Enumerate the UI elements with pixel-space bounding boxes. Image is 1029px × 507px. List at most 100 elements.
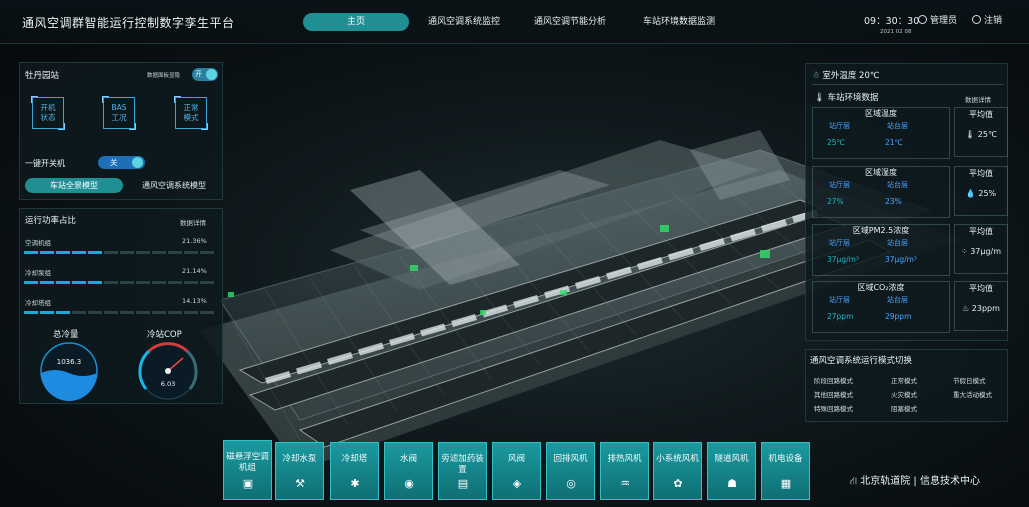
bar-segment (168, 281, 182, 284)
droplet-icon: 💧 (965, 189, 976, 198)
hall-value: 27ppm (827, 312, 854, 321)
mode-option[interactable]: 重大活动模式 (953, 389, 992, 399)
top-bar: 通风空调群智能运行控制数字孪生平台 主页 通风空调系统监控 通风空调节能分析 车… (0, 0, 1029, 44)
data-panel-toggle[interactable]: 开 (192, 68, 218, 81)
platform-value: 23% (885, 197, 902, 206)
bar-segment (24, 281, 38, 284)
water-valve-icon: ◉ (404, 477, 414, 490)
power-icon (972, 15, 981, 24)
date: 2021 02 08 (880, 29, 912, 35)
power-ratio-title: 运行功率占比 (25, 216, 77, 226)
maglev-chiller-icon: ▣ (242, 477, 254, 490)
power-row-name: 冷却塔组 (25, 299, 51, 307)
footer-logo: ⛙ 北京轨道院 | 信息技术中心 (850, 472, 980, 489)
device-button[interactable]: 排热风机 ♒ (600, 442, 649, 500)
avg-title: 平均值 (969, 110, 993, 119)
mode-option[interactable]: 其他回路模式 (814, 389, 853, 399)
power-row-name: 空调机组 (25, 239, 51, 247)
device-button[interactable]: 磁悬浮空调机组 ▣ (223, 440, 272, 500)
toggle-knob (132, 157, 143, 168)
power-row-bar (24, 281, 214, 284)
tab-environment-monitoring[interactable]: 车站环境数据监测 (630, 13, 728, 31)
dashboard: 通风空调群智能运行控制数字孪生平台 主页 通风空调系统监控 通风空调节能分析 车… (0, 0, 1029, 507)
exhaust-fan-icon: ♒ (620, 477, 630, 490)
mode-option[interactable]: 阻塞模式 (891, 403, 917, 413)
device-label: 冷却水泵 (282, 454, 317, 464)
normal-mode-button[interactable]: 正常 模式 (174, 96, 208, 130)
bar-segment (136, 251, 150, 254)
user-menu[interactable]: 管理员 (918, 13, 957, 26)
bar-segment (184, 311, 198, 314)
avg-value: 23ppm (971, 304, 1000, 313)
device-button[interactable]: 水阀 ◉ (384, 442, 433, 500)
cooling-value: 1036.3 (57, 358, 82, 366)
one-key-power-toggle[interactable]: 关 (98, 156, 145, 169)
dust-icon: ⁘ (960, 247, 968, 256)
platform-value: 37μg/m³ (885, 255, 917, 264)
device-button[interactable]: 风阀 ◈ (492, 442, 541, 500)
station-name: 牡丹园站 (25, 71, 60, 81)
bar-segment (152, 281, 166, 284)
mode-option[interactable]: 节假日模式 (953, 375, 986, 385)
bar-segment (120, 281, 134, 284)
env-average: 平均值 🌡 25℃ (954, 107, 1008, 157)
bar-segment (200, 281, 214, 284)
env-cell: 区域湿度 站厅层 站台层 27% 23% (812, 166, 950, 218)
device-button[interactable]: 冷却塔 ✱ (330, 442, 379, 500)
mode-option[interactable]: 正常模式 (891, 375, 917, 385)
hall-value: 27% (827, 197, 844, 206)
platform-label: 站台层 (887, 181, 908, 189)
env-details-link[interactable]: 数据详情 (965, 94, 991, 104)
env-cell: 区域PM2.5浓度 站厅层 站台层 37μg/m³ 37μg/m³ (812, 224, 950, 276)
logout-button[interactable]: 注销 (972, 13, 1002, 26)
bar-segment (40, 311, 54, 314)
device-label: 旁滤加药装置 (441, 454, 484, 475)
mode-option[interactable]: 阶段回路模式 (814, 375, 853, 385)
device-button[interactable]: 隧道风机 ☗ (707, 442, 756, 500)
mode-option[interactable]: 火灾模式 (891, 389, 917, 399)
power-status-button[interactable]: 开机 状态 (31, 96, 65, 130)
user-icon (918, 15, 927, 24)
platform-value: 21℃ (885, 138, 903, 147)
tab-energy-analysis[interactable]: 通风空调节能分析 (524, 13, 616, 31)
env-cell: 区域CO₂浓度 站厅层 站台层 27ppm 29ppm (812, 281, 950, 333)
device-button[interactable]: 回排风机 ◎ (546, 442, 595, 500)
device-label: 回排风机 (553, 454, 588, 464)
tab-hvac-monitoring[interactable]: 通风空调系统监控 (418, 13, 510, 31)
env-cell-title: 区域PM2.5浓度 (852, 226, 910, 235)
hall-label: 站厅层 (829, 122, 850, 130)
device-label: 冷却塔 (341, 454, 368, 464)
tab-home[interactable]: 主页 (303, 13, 409, 31)
bar-segment (40, 251, 54, 254)
device-button[interactable]: 旁滤加药装置 ▤ (438, 442, 487, 500)
station-model-button[interactable]: 车站全景模型 (25, 178, 123, 193)
divider (812, 84, 1004, 85)
avg-title: 平均值 (969, 169, 993, 178)
data-toggle-label: 数据面板显隐 (147, 73, 181, 79)
avg-title: 平均值 (969, 227, 993, 236)
env-title: 🌡 车站环境数据 (814, 91, 879, 103)
user-name: 管理员 (930, 16, 958, 26)
device-button[interactable]: 机电设备 ▦ (761, 442, 810, 500)
bar-segment (104, 281, 118, 284)
env-cell-title: 区域CO₂浓度 (857, 283, 905, 292)
hall-value: 37μg/m³ (827, 255, 859, 264)
device-button[interactable]: 小系统风机 ✿ (653, 442, 702, 500)
env-average: 平均值 💧 25% (954, 166, 1008, 216)
station-control-panel: 牡丹园站 数据面板显隐 开 开机 状态 BAS 工况 正常 模式 一键开关机 关… (19, 62, 223, 200)
mode-switch-panel: 通风空调系统运行模式切换 阶段回路模式 正常模式 节假日模式 其他回路模式 火灾模式 重大… (805, 349, 1008, 422)
bar-segment (152, 311, 166, 314)
platform-label: 站台层 (887, 296, 908, 304)
small-system-fan-icon: ✿ (673, 477, 683, 490)
bar-segment (56, 311, 70, 314)
outdoor-icon: ☃ (812, 71, 823, 81)
bar-segment (184, 251, 198, 254)
power-details-link[interactable]: 数据详情 (180, 217, 206, 227)
hvac-model-button[interactable]: 通风空调系统模型 (128, 178, 220, 193)
bar-segment (88, 311, 102, 314)
cop-gauge: 6.03 (138, 342, 198, 400)
mode-option[interactable]: 特殊回路模式 (814, 403, 853, 413)
bas-mode-button[interactable]: BAS 工况 (102, 96, 136, 130)
bar-segment (104, 311, 118, 314)
device-button[interactable]: 冷却水泵 ⚒ (275, 442, 324, 500)
